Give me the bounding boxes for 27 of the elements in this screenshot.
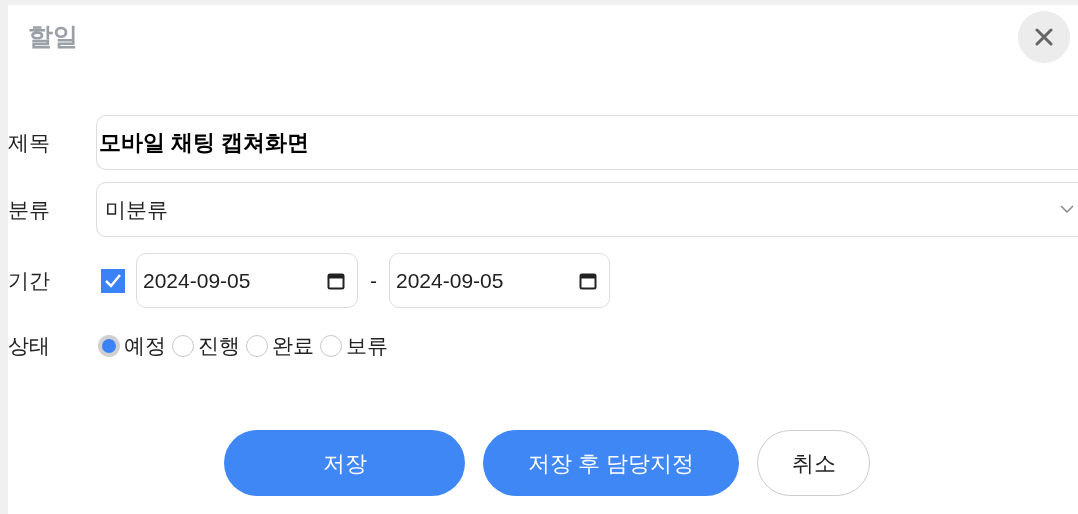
chevron-down-icon xyxy=(1060,205,1074,214)
radio-button[interactable] xyxy=(172,335,194,357)
radio-button[interactable] xyxy=(246,335,268,357)
primary-button[interactable]: 저장 xyxy=(224,430,465,496)
date-field[interactable]: 2024-09-05 xyxy=(136,253,358,308)
dialog-title: 할일 xyxy=(28,21,78,53)
calendar-icon xyxy=(327,271,345,290)
radio-label: 진행 xyxy=(198,333,240,360)
calendar-icon xyxy=(579,271,597,290)
radio-button[interactable] xyxy=(98,335,120,357)
field-label: 제목 xyxy=(8,129,51,156)
field-label: 상태 xyxy=(8,333,51,360)
date-separator: - xyxy=(370,267,377,294)
category-dropdown[interactable]: 미분류 xyxy=(96,182,1078,237)
field-label: 기간 xyxy=(8,267,51,294)
field-label: 분류 xyxy=(8,196,51,223)
close-button[interactable] xyxy=(1018,11,1070,63)
checkbox[interactable] xyxy=(100,267,126,294)
primary-button[interactable]: 저장 후 담당지정 xyxy=(483,430,739,496)
date-field[interactable]: 2024-09-05 xyxy=(389,253,610,308)
radio-button[interactable] xyxy=(320,335,342,357)
radio-label: 완료 xyxy=(272,333,314,360)
close-icon xyxy=(1035,28,1053,46)
cancel-button[interactable]: 취소 xyxy=(757,430,870,496)
radio-label: 예정 xyxy=(124,333,166,360)
radio-label: 보류 xyxy=(346,333,388,360)
title-field[interactable]: 모바일 채팅 캡쳐화면 xyxy=(96,115,1078,170)
